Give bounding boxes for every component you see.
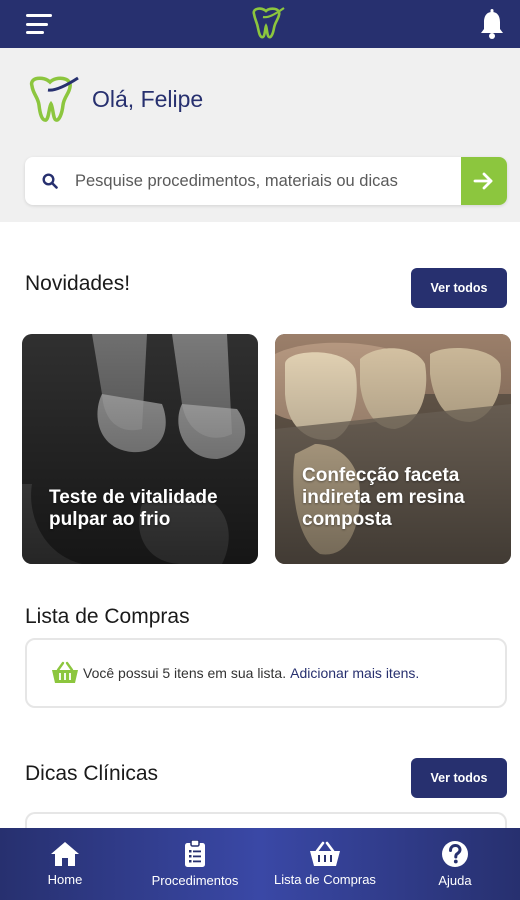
search-bar [25, 157, 507, 205]
nav-home[interactable]: Home [0, 828, 130, 900]
nav-ajuda[interactable]: Ajuda [390, 828, 520, 900]
search-input[interactable] [75, 171, 461, 191]
search-icon [25, 173, 75, 189]
bell-icon[interactable] [478, 9, 506, 39]
news-see-all-button[interactable]: Ver todos [411, 268, 507, 308]
header-area: Olá, Felipe [0, 48, 520, 222]
greeting-row: Olá, Felipe [24, 74, 203, 124]
tips-see-all-button[interactable]: Ver todos [411, 758, 507, 798]
nav-lista-de-compras[interactable]: Lista de Compras [260, 828, 390, 900]
shopping-list-card[interactable]: Você possui 5 itens em sua lista. Adicio… [25, 638, 507, 708]
help-icon [442, 841, 468, 867]
news-card-title: Teste de vitalidade pulpar ao frio [49, 487, 218, 530]
shopping-list-message: Você possui 5 itens em sua lista. [83, 665, 287, 681]
nav-lista-de-compras-label: Lista de Compras [274, 872, 376, 887]
bottom-navigation: Home Procedimentos Lista de Compras Ajud… [0, 828, 520, 900]
greeting-text: Olá, Felipe [92, 85, 204, 112]
basket-icon [310, 841, 340, 866]
top-app-bar [0, 0, 520, 48]
nav-home-label: Home [47, 872, 83, 887]
home-icon [51, 842, 79, 866]
add-more-items-link[interactable]: Adicionar mais itens. [290, 665, 419, 681]
basket-icon [52, 661, 78, 683]
tooth-logo-icon [252, 7, 285, 39]
nav-procedimentos-label: Procedimentos [151, 873, 239, 888]
hamburger-menu-icon[interactable] [26, 14, 52, 34]
news-card[interactable]: Confecção faceta indireta em resina comp… [275, 334, 511, 564]
shopping-section-title: Lista de Compras [25, 605, 190, 628]
news-section-title: Novidades! [25, 272, 131, 295]
news-card-title: Confecção faceta indireta em resina comp… [302, 465, 465, 530]
clipboard-icon [185, 840, 205, 867]
search-submit-button[interactable] [461, 157, 507, 205]
nav-ajuda-label: Ajuda [438, 873, 472, 888]
news-card[interactable]: Teste de vitalidade pulpar ao frio [22, 334, 258, 564]
nav-procedimentos[interactable]: Procedimentos [130, 828, 260, 900]
tips-section-title: Dicas Clínicas [25, 762, 159, 785]
arrow-right-icon [473, 172, 493, 190]
tooth-logo-icon [29, 76, 79, 122]
